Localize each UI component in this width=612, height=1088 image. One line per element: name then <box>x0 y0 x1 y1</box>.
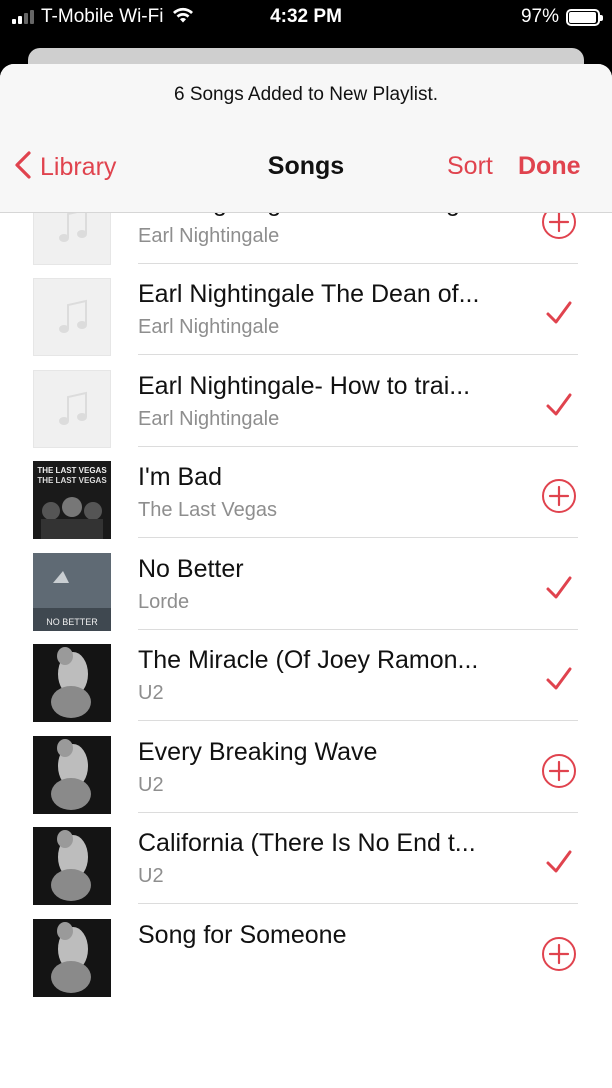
song-title: Song for Someone <box>138 921 347 949</box>
song-row[interactable]: Earl Nightingale- How to trai... Earl Nig… <box>0 356 612 448</box>
row-divider <box>138 354 578 355</box>
song-artist: U2 <box>138 774 164 796</box>
song-row[interactable]: NO BETTER No Better Lorde <box>0 539 612 631</box>
svg-text:NO BETTER: NO BETTER <box>46 617 98 627</box>
song-artist: Earl Nightingale <box>138 408 280 430</box>
album-artwork <box>33 644 111 722</box>
status-right: 97% <box>520 6 603 28</box>
song-artist: The Last Vegas <box>138 499 277 521</box>
row-divider <box>138 720 578 721</box>
song-artist: U2 <box>138 682 164 704</box>
music-note-icon <box>56 391 90 434</box>
song-artist: U2 <box>138 865 164 887</box>
status-bar: T-Mobile Wi-Fi 4:32 PM 97% <box>0 0 612 36</box>
sheet-header: 6 Songs Added to New Playlist. Library S… <box>0 64 612 213</box>
svg-text:THE LAST VEGAS: THE LAST VEGAS <box>37 466 107 475</box>
song-title: Earl Nightingale- How to trai... <box>138 372 471 400</box>
battery-percentage: 97% <box>520 6 559 27</box>
add-circle-icon[interactable] <box>540 477 578 515</box>
sort-button[interactable]: Sort <box>447 152 493 181</box>
checkmark-icon[interactable] <box>540 569 578 607</box>
song-artist: Earl Nightingale <box>138 316 280 338</box>
album-artwork <box>33 278 111 356</box>
song-title: I'm Bad <box>138 463 222 491</box>
music-note-icon <box>56 299 90 342</box>
added-banner: 6 Songs Added to New Playlist. <box>173 84 439 105</box>
battery-icon <box>566 8 603 26</box>
album-artwork <box>33 736 111 814</box>
add-circle-icon[interactable] <box>540 752 578 790</box>
checkmark-icon[interactable] <box>540 294 578 332</box>
song-artist: Lorde <box>138 591 190 613</box>
svg-text:THE LAST VEGAS: THE LAST VEGAS <box>37 476 107 485</box>
album-artwork <box>33 919 111 997</box>
checkmark-icon[interactable] <box>540 660 578 698</box>
add-circle-icon[interactable] <box>540 935 578 973</box>
music-note-icon <box>56 208 90 251</box>
song-title: Every Breaking Wave <box>138 738 378 766</box>
song-row[interactable]: Every Breaking Wave U2 <box>0 722 612 814</box>
song-row[interactable]: Song for Someone <box>0 905 612 997</box>
song-row[interactable]: California (There Is No End t... U2 <box>0 813 612 905</box>
album-artwork <box>33 827 111 905</box>
row-divider <box>138 903 578 904</box>
song-row[interactable]: The Miracle (Of Joey Ramon... U2 <box>0 630 612 722</box>
song-title: No Better <box>138 555 244 583</box>
song-title: Earl Nightingale The Dean of... <box>138 280 480 308</box>
album-artwork <box>33 370 111 448</box>
song-row[interactable]: THE LAST VEGAS THE LAST VEGAS I'm Bad The L… <box>0 447 612 539</box>
done-button[interactable]: Done <box>518 152 581 181</box>
album-artwork: THE LAST VEGAS THE LAST VEGAS <box>33 461 111 539</box>
songs-sheet: Change Your Life in 19 Minut...Earl Nigh… <box>0 64 612 1088</box>
battery-fill <box>569 11 597 23</box>
song-title: California (There Is No End t... <box>138 829 476 857</box>
checkmark-icon[interactable] <box>540 843 578 881</box>
row-divider <box>138 537 578 538</box>
song-row[interactable]: Earl Nightingale The Dean of... Earl Nigh… <box>0 264 612 356</box>
song-artist: Earl Nightingale <box>138 225 280 247</box>
album-artwork: NO BETTER <box>33 553 111 631</box>
song-title: The Miracle (Of Joey Ramon... <box>138 646 479 674</box>
checkmark-icon[interactable] <box>540 386 578 424</box>
